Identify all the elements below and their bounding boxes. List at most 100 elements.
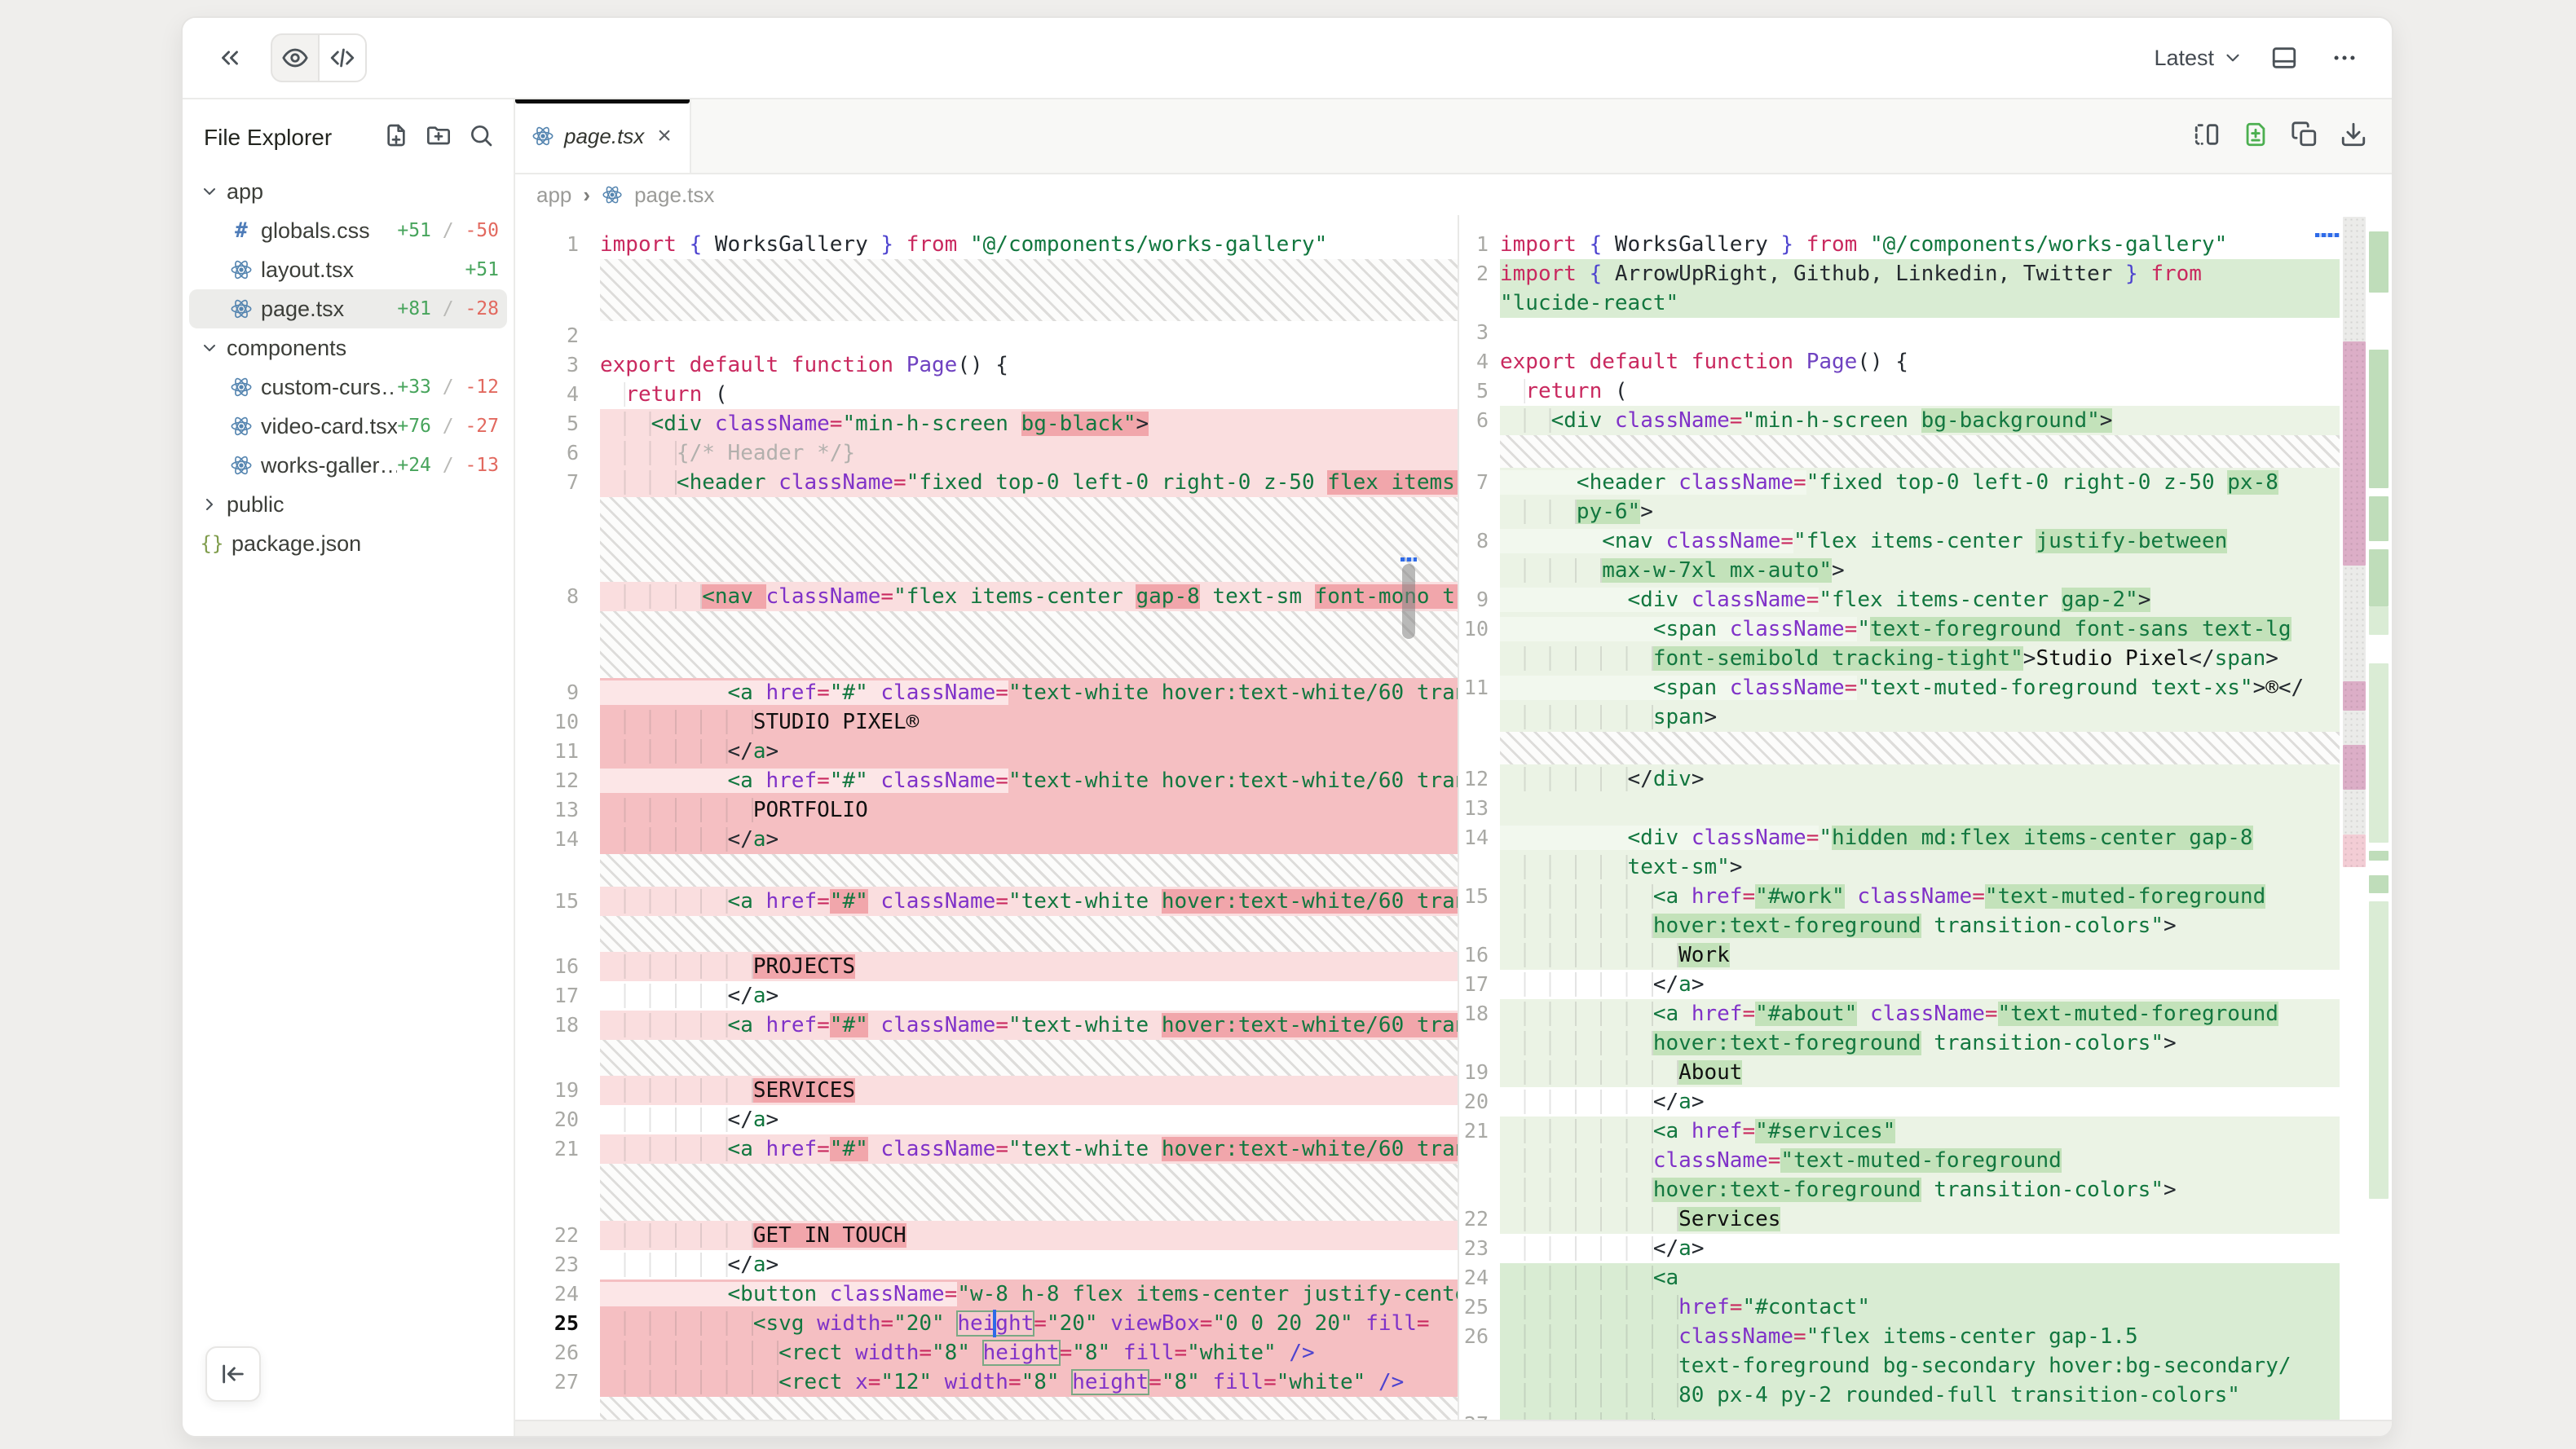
- tab-page-tsx[interactable]: page.tsx ×: [515, 99, 691, 173]
- file-label: works-galler…: [261, 453, 397, 478]
- minimap[interactable]: [2340, 215, 2390, 1421]
- version-dropdown[interactable]: Latest: [2154, 46, 2243, 71]
- react-icon: [230, 258, 253, 281]
- line-number: 26: [515, 1338, 600, 1368]
- new-folder-button[interactable]: [426, 122, 452, 152]
- code-line: hover:text-foreground transition-colors"…: [1459, 1175, 2340, 1205]
- collapsed-unchanged-region[interactable]: [600, 1164, 1458, 1221]
- code-content: </a>: [600, 981, 1458, 1011]
- collapse-panel-button[interactable]: [210, 38, 249, 77]
- breadcrumb-separator: ›: [583, 183, 590, 208]
- code-line: 16 PROJECTS: [515, 952, 1458, 981]
- breadcrumb-folder[interactable]: app: [536, 183, 571, 208]
- code-content: </div>: [1500, 764, 2340, 794]
- diff-stats: +33 / -12: [397, 377, 499, 398]
- line-number: 15: [515, 887, 600, 916]
- line-number: 22: [1459, 1205, 1500, 1234]
- line-number: [1459, 1351, 1500, 1381]
- line-number: 11: [515, 737, 600, 766]
- code-line: 8 <nav className="flex items-center gap-…: [515, 582, 1458, 611]
- line-number: 21: [515, 1134, 600, 1164]
- file-item-public[interactable]: public: [189, 485, 507, 524]
- code-content: </a>: [600, 737, 1458, 766]
- code-line: span>: [1459, 702, 2340, 732]
- code-line: 9 <a href="#" className="text-white hove…: [515, 678, 1458, 707]
- collapsed-unchanged-region[interactable]: [600, 1397, 1458, 1421]
- file-label: video-card.tsx: [261, 414, 397, 439]
- scrollbar-thumb[interactable]: [1402, 564, 1415, 639]
- code-line: hover:text-foreground transition-colors"…: [1459, 1028, 2340, 1058]
- code-content: hover:text-foreground transition-colors"…: [1500, 911, 2340, 940]
- line-number: 13: [1459, 794, 1500, 823]
- copy-code-button[interactable]: [2291, 121, 2318, 152]
- collapsed-unchanged-region[interactable]: [1500, 435, 2340, 468]
- collapsed-unchanged-region[interactable]: [600, 497, 1458, 582]
- code-content: </a>: [600, 1105, 1458, 1134]
- code-line: 18 <a href="#" className="text-white hov…: [515, 1011, 1458, 1040]
- search-files-button[interactable]: [468, 122, 494, 152]
- code-content: <a href="#work" className="text-muted-fo…: [1500, 882, 2340, 911]
- collapsed-unchanged-region[interactable]: [600, 854, 1458, 887]
- collapsed-unchanged-region[interactable]: [600, 1040, 1458, 1076]
- chevron-down-icon: [200, 338, 219, 358]
- file-item-components[interactable]: components: [189, 328, 507, 368]
- code-line: 8 <nav className="flex items-center just…: [1459, 526, 2340, 556]
- code-toggle-button[interactable]: [318, 35, 365, 81]
- file-item-video-card.tsx[interactable]: video-card.tsx+76 / -27: [189, 407, 507, 446]
- code-line: 12 <a href="#" className="text-white hov…: [515, 766, 1458, 795]
- code-line: 26 className="flex items-center gap-1.5: [1459, 1322, 2340, 1351]
- horizontal-scrollbar-track[interactable]: [515, 1420, 2392, 1436]
- file-item-app[interactable]: app: [189, 172, 507, 211]
- minimap-block: [2343, 711, 2366, 745]
- code-content: export default function Page() {: [1500, 347, 2340, 377]
- code-line: 1import { WorksGallery } from "@/compone…: [515, 230, 1458, 259]
- file-item-custom-curs-[interactable]: custom-curs…+33 / -12: [189, 368, 507, 407]
- code-content: 80 px-4 py-2 rounded-full transition-col…: [1500, 1381, 2340, 1410]
- line-number: 14: [1459, 823, 1500, 852]
- css-file-icon: #: [235, 218, 248, 243]
- breadcrumb-file[interactable]: page.tsx: [634, 183, 714, 208]
- code-line: className="text-muted-foreground: [1459, 1146, 2340, 1175]
- code-content: <nav className="flex items-center justif…: [1500, 526, 2340, 556]
- file-item-page.tsx[interactable]: page.tsx+81 / -28: [189, 289, 507, 328]
- line-number: 6: [515, 438, 600, 468]
- code-line: 20 </a>: [1459, 1087, 2340, 1116]
- file-plus-icon: [383, 122, 409, 148]
- version-label: Latest: [2154, 46, 2214, 71]
- breadcrumb: app › page.tsx: [515, 174, 2392, 215]
- panel-bottom-button[interactable]: [2265, 38, 2304, 77]
- view-diff-button[interactable]: [2242, 121, 2269, 152]
- code-content: <a href="#" className="text-white hover:…: [600, 766, 1458, 795]
- code-content: <header className="fixed top-0 left-0 ri…: [600, 468, 1458, 497]
- collapsed-unchanged-region[interactable]: [1500, 732, 2340, 764]
- file-explorer-title: File Explorer: [204, 125, 332, 151]
- download-button[interactable]: [2340, 121, 2367, 152]
- file-item-works-galler-[interactable]: works-galler…+24 / -13: [189, 446, 507, 485]
- line-number: 21: [1459, 1116, 1500, 1146]
- collapsed-unchanged-region[interactable]: [600, 259, 1458, 321]
- collapsed-unchanged-region[interactable]: [600, 916, 1458, 952]
- preview-toggle-button[interactable]: [272, 35, 318, 81]
- line-number: 19: [515, 1076, 600, 1105]
- more-menu-button[interactable]: [2325, 38, 2364, 77]
- file-item-globals.css[interactable]: #globals.css+51 / -50: [189, 211, 507, 250]
- line-number: 20: [1459, 1087, 1500, 1116]
- tab-close-button[interactable]: ×: [657, 124, 672, 148]
- code-line: font-semibold tracking-tight">Studio Pix…: [1459, 644, 2340, 673]
- line-number: 12: [1459, 764, 1500, 794]
- file-item-layout.tsx[interactable]: layout.tsx+51: [189, 250, 507, 289]
- split-view-button[interactable]: [2193, 121, 2221, 152]
- file-label: globals.css: [261, 218, 397, 244]
- line-number: 3: [515, 350, 600, 380]
- code-content: className="text-muted-foreground: [1500, 1146, 2340, 1175]
- minimap-block: [2343, 790, 2366, 835]
- collapse-explorer-button[interactable]: [205, 1346, 261, 1402]
- code-line: 3: [1459, 318, 2340, 347]
- file-label: public: [227, 492, 499, 518]
- collapsed-unchanged-region[interactable]: [600, 611, 1458, 678]
- code-content: <div className="min-h-screen bg-black">: [600, 409, 1458, 438]
- new-file-button[interactable]: [383, 122, 409, 152]
- file-item-package.json[interactable]: {}package.json: [189, 524, 507, 563]
- code-line: 25 <svg width="20" height="20" viewBox="…: [515, 1309, 1458, 1338]
- code-content: import { WorksGallery } from "@/componen…: [600, 230, 1458, 259]
